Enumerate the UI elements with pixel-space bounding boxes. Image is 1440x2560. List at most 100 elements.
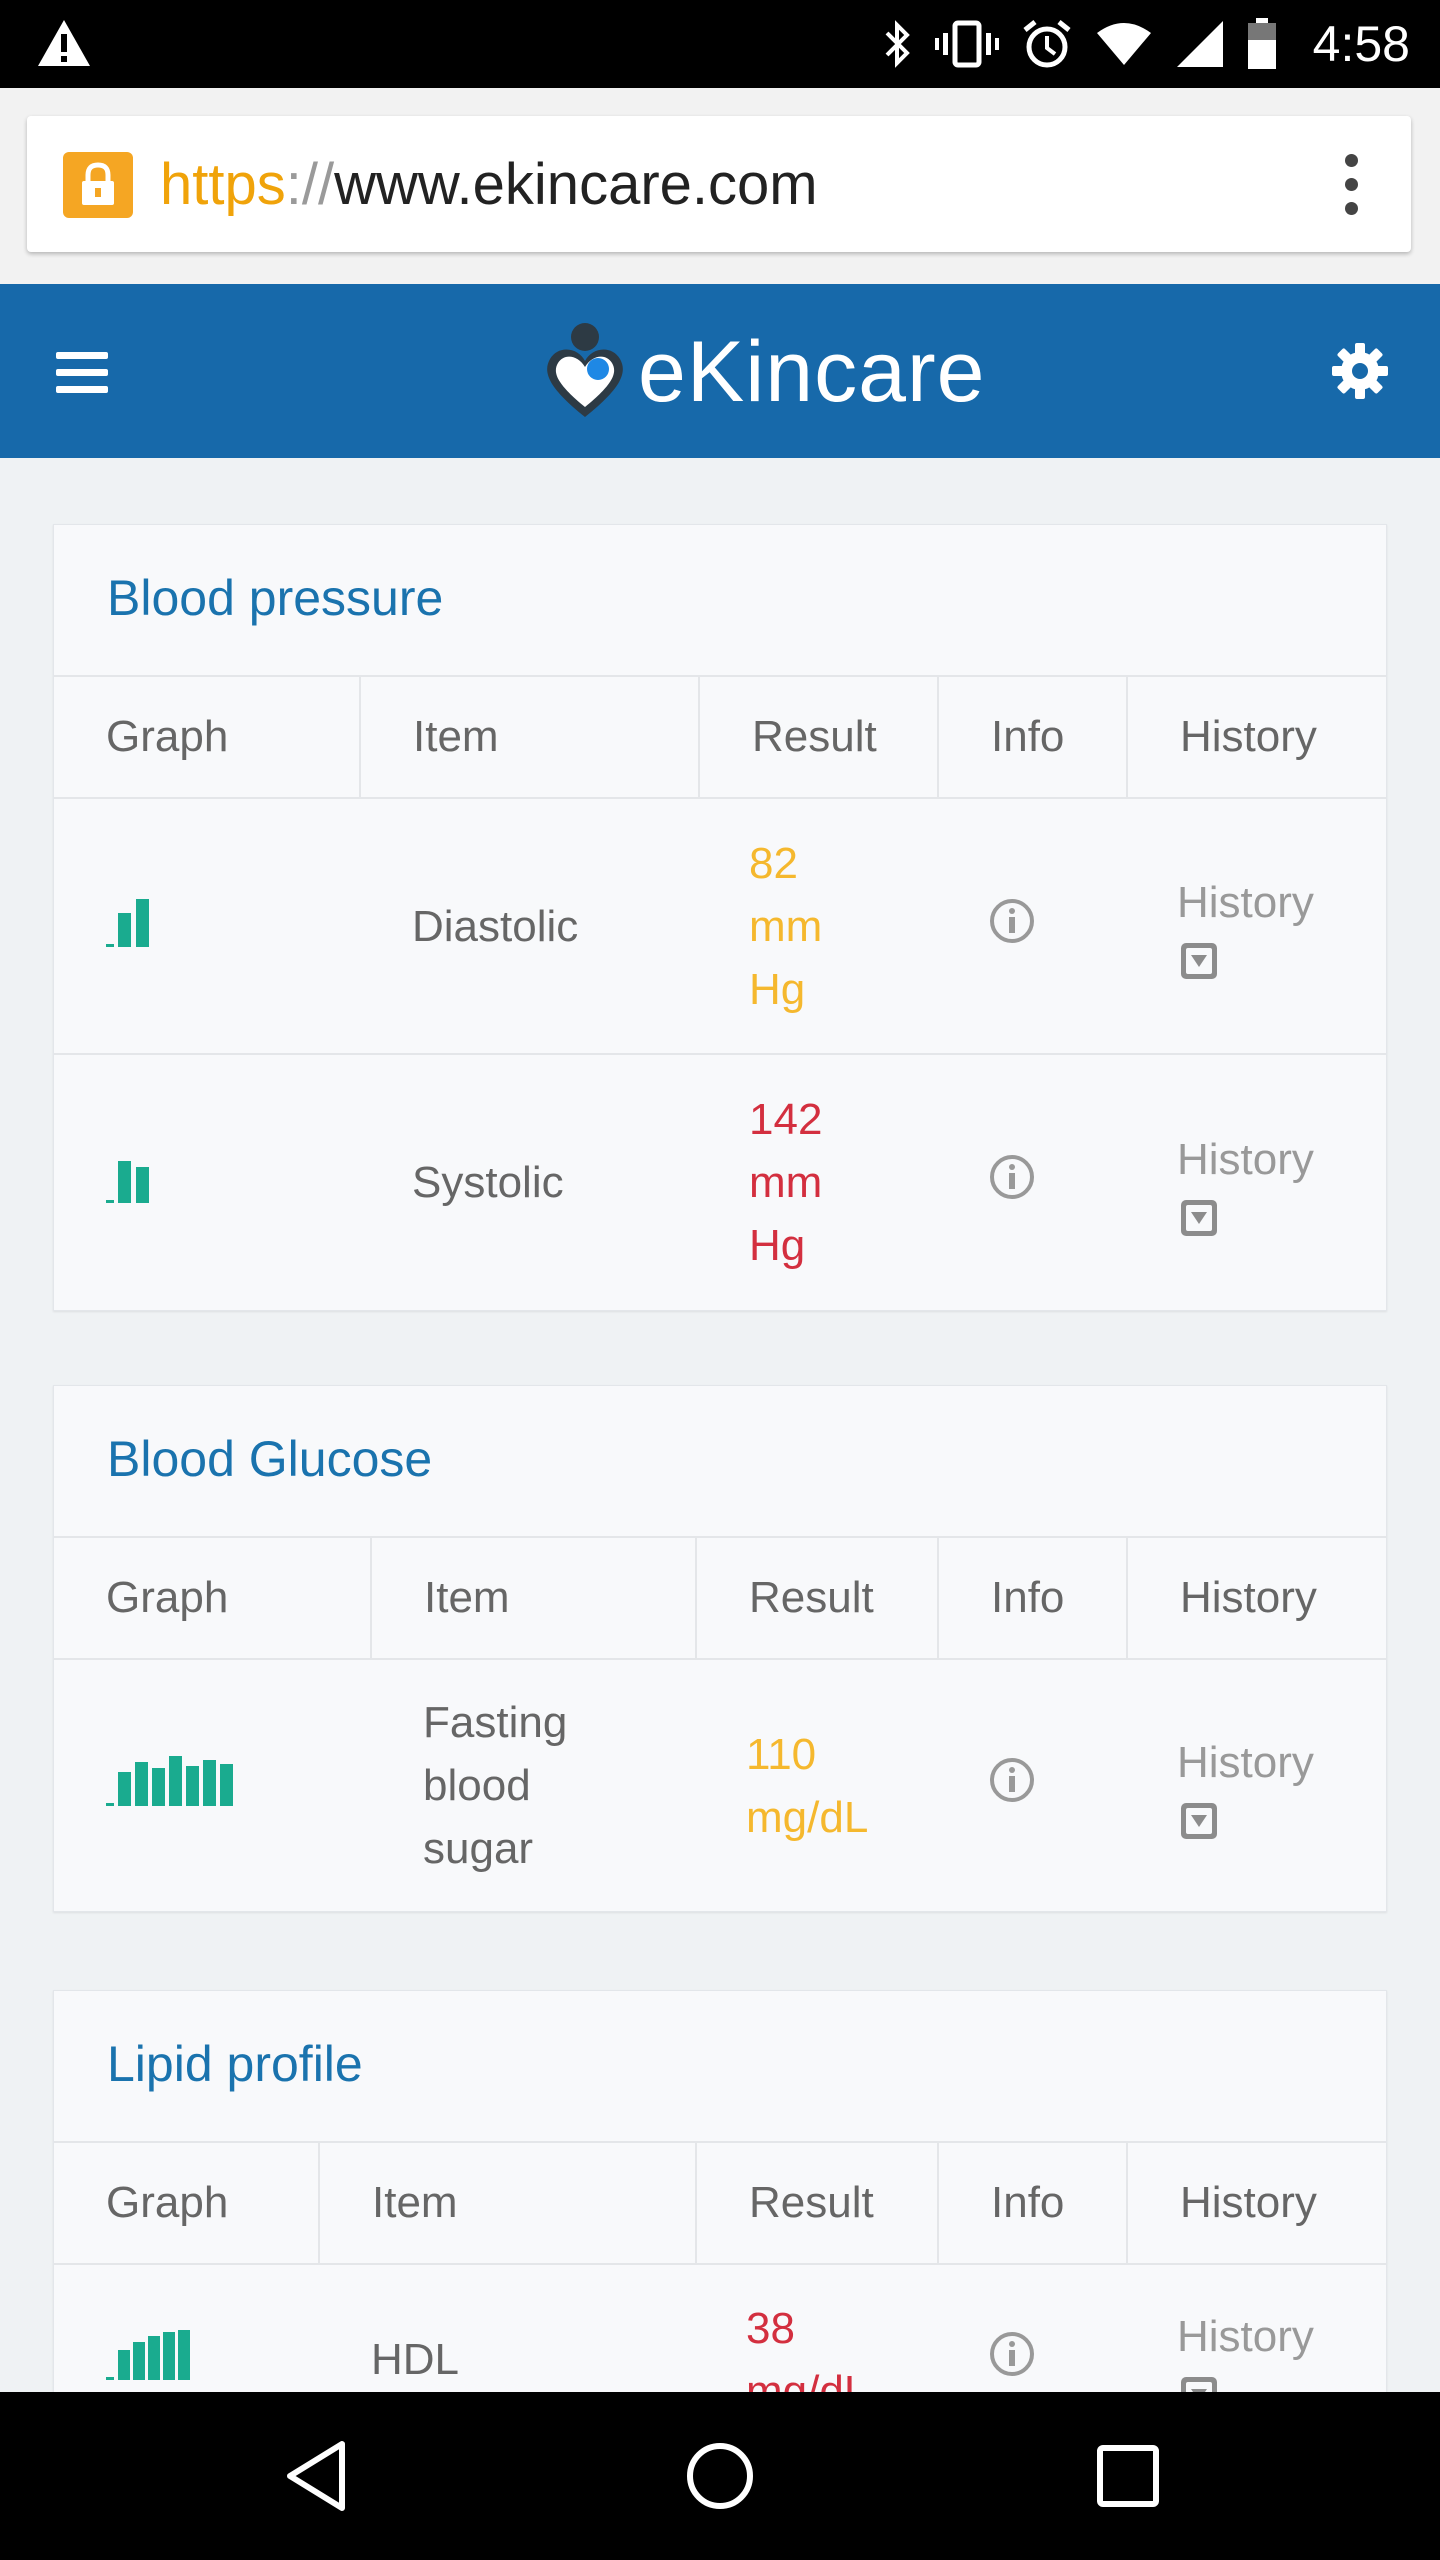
card-header: Blood pressure xyxy=(54,525,1386,677)
heart-logo-icon xyxy=(547,323,623,417)
table-header-row: Graph Item Result Info History xyxy=(54,2143,1386,2265)
info-icon[interactable] xyxy=(988,1153,1036,1201)
col-info: Info xyxy=(938,677,1128,799)
status-bar: 4:58 xyxy=(0,0,1440,88)
col-item: Item xyxy=(371,1538,697,1660)
col-info: Info xyxy=(938,1538,1128,1660)
card-blood-pressure: Blood pressure Graph Item Result Info Hi… xyxy=(53,524,1387,1311)
gear-icon[interactable] xyxy=(1330,341,1390,401)
result-unit: mm xyxy=(749,901,823,951)
table-row: Fasting blood sugar 110 mg/dL History xyxy=(54,1659,1386,1911)
url-scheme: https xyxy=(160,152,286,217)
info-cell xyxy=(938,1054,1127,1310)
result-value: 82 mm Hg xyxy=(699,798,938,1055)
col-history: History xyxy=(1127,1538,1386,1660)
info-icon[interactable] xyxy=(988,1756,1036,1804)
url-bar[interactable]: https://www.ekincare.com xyxy=(27,116,1411,252)
bar-graph-icon[interactable] xyxy=(106,1752,246,1808)
result-unit: mg/dL xyxy=(746,1792,869,1842)
result-unit: Hg xyxy=(749,964,806,1014)
url-separator: :// xyxy=(285,152,335,217)
info-cell xyxy=(938,2264,1127,2411)
table-row: Systolic 142 mm Hg History xyxy=(54,1054,1386,1310)
browser-toolbar: https://www.ekincare.com xyxy=(0,88,1440,284)
history-link[interactable]: History xyxy=(1177,1738,1314,1787)
col-item: Item xyxy=(360,677,700,799)
navigation-bar xyxy=(0,2392,1440,2560)
card-title: Blood pressure xyxy=(107,570,444,626)
info-icon[interactable] xyxy=(988,897,1036,945)
col-result: Result xyxy=(696,2143,939,2265)
app-header: eKincare xyxy=(0,284,1440,458)
result-value: 38 mg/dL xyxy=(696,2264,938,2412)
dropdown-toggle-icon[interactable] xyxy=(1179,941,1219,981)
table-header-row: Graph Item Result Info History xyxy=(54,1538,1386,1660)
col-graph: Graph xyxy=(54,2143,320,2265)
col-graph: Graph xyxy=(54,1538,372,1660)
home-icon[interactable] xyxy=(680,2436,760,2516)
history-link[interactable]: History xyxy=(1177,1135,1314,1184)
card-header: Lipid profile xyxy=(54,1991,1386,2143)
graph-cell xyxy=(54,798,360,1055)
results-table: Graph Item Result Info History HDL 38 mg… xyxy=(54,2143,1386,2412)
result-number: 142 xyxy=(749,1095,823,1144)
history-cell: History xyxy=(1127,2264,1386,2411)
item-name: Systolic xyxy=(412,1158,564,1207)
result-unit: Hg xyxy=(749,1221,806,1270)
card-title: Lipid profile xyxy=(107,2036,363,2092)
bluetooth-icon xyxy=(885,20,910,68)
back-icon[interactable] xyxy=(282,2436,352,2516)
history-cell: History xyxy=(1127,1054,1386,1310)
brand-logo[interactable]: eKincare xyxy=(540,312,985,432)
url-host: www.ekincare.com xyxy=(334,152,818,217)
bar-graph-icon[interactable] xyxy=(106,1149,162,1205)
brand-name: eKincare xyxy=(638,323,986,420)
col-graph: Graph xyxy=(54,677,361,799)
results-table: Graph Item Result Info History Fasting b… xyxy=(54,1538,1386,1911)
history-link[interactable]: History xyxy=(1177,878,1314,927)
result-number: 38 xyxy=(746,2303,795,2353)
result-value: 110 mg/dL xyxy=(696,1659,938,1911)
hamburger-icon[interactable] xyxy=(56,352,108,393)
card-header: Blood Glucose xyxy=(54,1386,1386,1538)
item-name-line: sugar xyxy=(423,1824,534,1873)
info-icon[interactable] xyxy=(988,2330,1036,2378)
item-name-line: blood xyxy=(423,1761,531,1810)
url-text[interactable]: https://www.ekincare.com xyxy=(160,152,818,218)
card-title: Blood Glucose xyxy=(107,1431,433,1487)
dropdown-toggle-icon[interactable] xyxy=(1179,1801,1219,1841)
card-lipid-profile: Lipid profile Graph Item Result Info His… xyxy=(53,1990,1387,2412)
warning-icon xyxy=(38,20,90,66)
col-result: Result xyxy=(696,1538,939,1660)
vibrate-icon xyxy=(934,20,999,68)
col-info: Info xyxy=(938,2143,1128,2265)
status-time: 4:58 xyxy=(1312,16,1410,72)
wifi-icon xyxy=(1096,23,1151,65)
table-row: HDL 38 mg/dL History xyxy=(54,2264,1386,2412)
info-cell xyxy=(938,1659,1127,1911)
result-number: 82 xyxy=(749,838,798,888)
history-cell: History xyxy=(1127,1659,1386,1911)
results-table: Graph Item Result Info History Diastolic… xyxy=(54,677,1386,1310)
col-history: History xyxy=(1127,677,1386,799)
history-link[interactable]: History xyxy=(1177,2312,1314,2361)
item-name: Diastolic xyxy=(360,798,699,1055)
col-result: Result xyxy=(699,677,939,799)
lock-icon[interactable] xyxy=(63,152,133,218)
item-name: Fasting blood sugar xyxy=(371,1659,696,1911)
table-header-row: Graph Item Result Info History xyxy=(54,677,1386,799)
item-name: HDL xyxy=(371,2335,460,2384)
alarm-icon xyxy=(1023,20,1071,68)
history-cell: History xyxy=(1127,798,1386,1055)
card-blood-glucose: Blood Glucose Graph Item Result Info His… xyxy=(53,1385,1387,1912)
info-cell xyxy=(938,798,1127,1055)
overflow-menu-icon[interactable] xyxy=(1345,154,1359,216)
bar-graph-icon[interactable] xyxy=(106,893,162,949)
result-unit: mm xyxy=(749,1158,823,1207)
signal-icon xyxy=(1176,21,1223,67)
graph-cell xyxy=(54,1054,360,1310)
dropdown-toggle-icon[interactable] xyxy=(1179,1198,1219,1238)
recents-icon[interactable] xyxy=(1088,2436,1168,2516)
col-history: History xyxy=(1127,2143,1386,2265)
bar-graph-icon[interactable] xyxy=(106,2326,196,2382)
